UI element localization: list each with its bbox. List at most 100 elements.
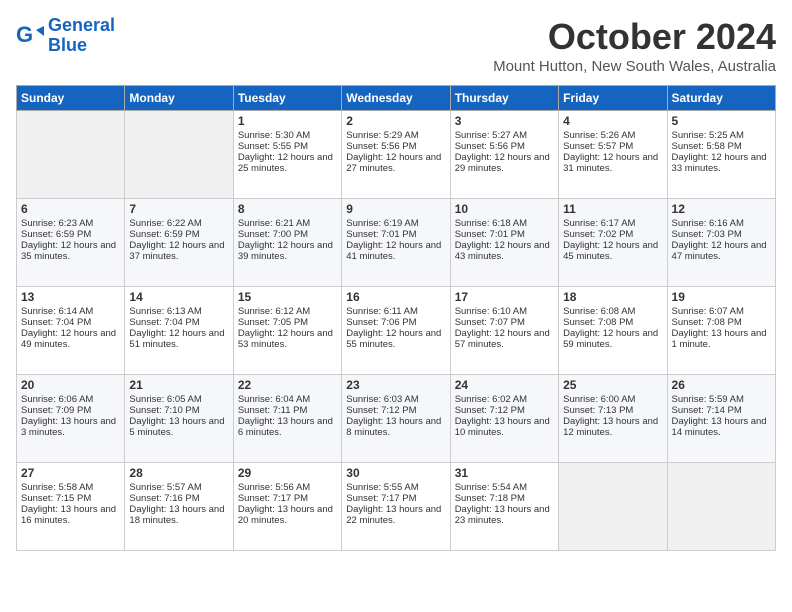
sunrise-time: Sunrise: 5:54 AM: [455, 482, 554, 493]
day-number: 26: [672, 378, 771, 392]
day-number: 7: [129, 202, 228, 216]
sunset-time: Sunset: 7:06 PM: [346, 317, 445, 328]
day-number: 12: [672, 202, 771, 216]
sunrise-time: Sunrise: 6:08 AM: [563, 306, 662, 317]
daylight-hours: Daylight: 13 hours and 18 minutes.: [129, 504, 228, 526]
sunset-time: Sunset: 7:08 PM: [563, 317, 662, 328]
day-number: 18: [563, 290, 662, 304]
day-number: 5: [672, 114, 771, 128]
day-number: 15: [238, 290, 337, 304]
col-header-saturday: Saturday: [667, 86, 775, 111]
day-number: 10: [455, 202, 554, 216]
sunset-time: Sunset: 5:58 PM: [672, 141, 771, 152]
calendar-cell: 15Sunrise: 6:12 AMSunset: 7:05 PMDayligh…: [233, 287, 341, 375]
day-number: 4: [563, 114, 662, 128]
calendar-cell: 30Sunrise: 5:55 AMSunset: 7:17 PMDayligh…: [342, 463, 450, 551]
sunset-time: Sunset: 7:11 PM: [238, 405, 337, 416]
sunset-time: Sunset: 7:01 PM: [346, 229, 445, 240]
daylight-hours: Daylight: 12 hours and 29 minutes.: [455, 152, 554, 174]
daylight-hours: Daylight: 12 hours and 33 minutes.: [672, 152, 771, 174]
daylight-hours: Daylight: 13 hours and 6 minutes.: [238, 416, 337, 438]
calendar-cell: 21 Sunrise: 6:05 AMSunset: 7:10 PMDayligh…: [125, 375, 233, 463]
sunrise-time: Sunrise: 6:23 AM: [21, 218, 120, 229]
title-block: October 2024 Mount Hutton, New South Wal…: [493, 16, 776, 75]
col-header-friday: Friday: [559, 86, 667, 111]
calendar-week-2: 6Sunrise: 6:23 AMSunset: 6:59 PMDaylight…: [17, 199, 776, 287]
logo-text: General Blue: [48, 16, 115, 56]
daylight-hours: Daylight: 12 hours and 39 minutes.: [238, 240, 337, 262]
calendar-cell: 17Sunrise: 6:10 AMSunset: 7:07 PMDayligh…: [450, 287, 558, 375]
sunrise-time: Sunrise: 6:13 AM: [129, 306, 228, 317]
day-number: 24: [455, 378, 554, 392]
sunrise-time: Sunrise: 5:30 AM: [238, 130, 337, 141]
day-number: 13: [21, 290, 120, 304]
daylight-hours: Daylight: 12 hours and 43 minutes.: [455, 240, 554, 262]
day-number: 1: [238, 114, 337, 128]
daylight-hours: Daylight: 12 hours and 53 minutes.: [238, 328, 337, 350]
sunset-time: Sunset: 7:13 PM: [563, 405, 662, 416]
sunrise-time: Sunrise: 5:56 AM: [238, 482, 337, 493]
day-number: 19: [672, 290, 771, 304]
sunrise-time: Sunrise: 6:05 AM: [129, 394, 228, 405]
daylight-hours: Daylight: 13 hours and 5 minutes.: [129, 416, 228, 438]
page-header: G General Blue October 2024 Mount Hutton…: [16, 16, 776, 75]
day-number: 22: [238, 378, 337, 392]
sunset-time: Sunset: 7:14 PM: [672, 405, 771, 416]
sunset-time: Sunset: 5:56 PM: [455, 141, 554, 152]
daylight-hours: Daylight: 13 hours and 20 minutes.: [238, 504, 337, 526]
sunrise-time: Sunrise: 5:26 AM: [563, 130, 662, 141]
calendar-cell: 13Sunrise: 6:14 AMSunset: 7:04 PMDayligh…: [17, 287, 125, 375]
calendar-cell: 12Sunrise: 6:16 AMSunset: 7:03 PMDayligh…: [667, 199, 775, 287]
calendar-cell: 14Sunrise: 6:13 AMSunset: 7:04 PMDayligh…: [125, 287, 233, 375]
calendar-cell: 11Sunrise: 6:17 AMSunset: 7:02 PMDayligh…: [559, 199, 667, 287]
day-number: 23: [346, 378, 445, 392]
daylight-hours: Daylight: 13 hours and 14 minutes.: [672, 416, 771, 438]
daylight-hours: Daylight: 12 hours and 31 minutes.: [563, 152, 662, 174]
sunrise-time: Sunrise: 6:10 AM: [455, 306, 554, 317]
day-number: 28: [129, 466, 228, 480]
sunrise-time: Sunrise: 6:22 AM: [129, 218, 228, 229]
calendar-cell: 20Sunrise: 6:06 AMSunset: 7:09 PMDayligh…: [17, 375, 125, 463]
calendar-cell: 9Sunrise: 6:19 AMSunset: 7:01 PMDaylight…: [342, 199, 450, 287]
daylight-hours: Daylight: 12 hours and 35 minutes.: [21, 240, 120, 262]
sunset-time: Sunset: 7:17 PM: [346, 493, 445, 504]
sunrise-time: Sunrise: 6:19 AM: [346, 218, 445, 229]
daylight-hours: Daylight: 12 hours and 27 minutes.: [346, 152, 445, 174]
calendar-cell: 3Sunrise: 5:27 AMSunset: 5:56 PMDaylight…: [450, 111, 558, 199]
daylight-hours: Daylight: 12 hours and 51 minutes.: [129, 328, 228, 350]
calendar-cell: 23Sunrise: 6:03 AMSunset: 7:12 PMDayligh…: [342, 375, 450, 463]
calendar-cell: 4Sunrise: 5:26 AMSunset: 5:57 PMDaylight…: [559, 111, 667, 199]
daylight-hours: Daylight: 13 hours and 16 minutes.: [21, 504, 120, 526]
daylight-hours: Daylight: 12 hours and 55 minutes.: [346, 328, 445, 350]
calendar-cell: 27Sunrise: 5:58 AMSunset: 7:15 PMDayligh…: [17, 463, 125, 551]
sunrise-time: Sunrise: 6:02 AM: [455, 394, 554, 405]
calendar-cell: [125, 111, 233, 199]
calendar-cell: 19Sunrise: 6:07 AMSunset: 7:08 PMDayligh…: [667, 287, 775, 375]
svg-text:G: G: [16, 22, 33, 47]
calendar-cell: 7Sunrise: 6:22 AMSunset: 6:59 PMDaylight…: [125, 199, 233, 287]
day-number: 29: [238, 466, 337, 480]
calendar-cell: 22Sunrise: 6:04 AMSunset: 7:11 PMDayligh…: [233, 375, 341, 463]
sunrise-time: Sunrise: 5:59 AM: [672, 394, 771, 405]
daylight-hours: Daylight: 13 hours and 3 minutes.: [21, 416, 120, 438]
sunset-time: Sunset: 7:04 PM: [21, 317, 120, 328]
day-number: 9: [346, 202, 445, 216]
col-header-sunday: Sunday: [17, 86, 125, 111]
col-header-thursday: Thursday: [450, 86, 558, 111]
calendar-week-5: 27Sunrise: 5:58 AMSunset: 7:15 PMDayligh…: [17, 463, 776, 551]
day-number: 14: [129, 290, 228, 304]
calendar-week-4: 20Sunrise: 6:06 AMSunset: 7:09 PMDayligh…: [17, 375, 776, 463]
calendar-cell: [667, 463, 775, 551]
sunset-time: Sunset: 7:10 PM: [129, 405, 228, 416]
calendar-table: SundayMondayTuesdayWednesdayThursdayFrid…: [16, 85, 776, 551]
day-number: 21: [129, 378, 228, 392]
day-number: 27: [21, 466, 120, 480]
calendar-cell: 10Sunrise: 6:18 AMSunset: 7:01 PMDayligh…: [450, 199, 558, 287]
month-title: October 2024: [493, 16, 776, 58]
sunset-time: Sunset: 7:01 PM: [455, 229, 554, 240]
daylight-hours: Daylight: 12 hours and 37 minutes.: [129, 240, 228, 262]
day-number: 25: [563, 378, 662, 392]
calendar-cell: 2Sunrise: 5:29 AMSunset: 5:56 PMDaylight…: [342, 111, 450, 199]
sunrise-time: Sunrise: 6:14 AM: [21, 306, 120, 317]
daylight-hours: Daylight: 13 hours and 10 minutes.: [455, 416, 554, 438]
